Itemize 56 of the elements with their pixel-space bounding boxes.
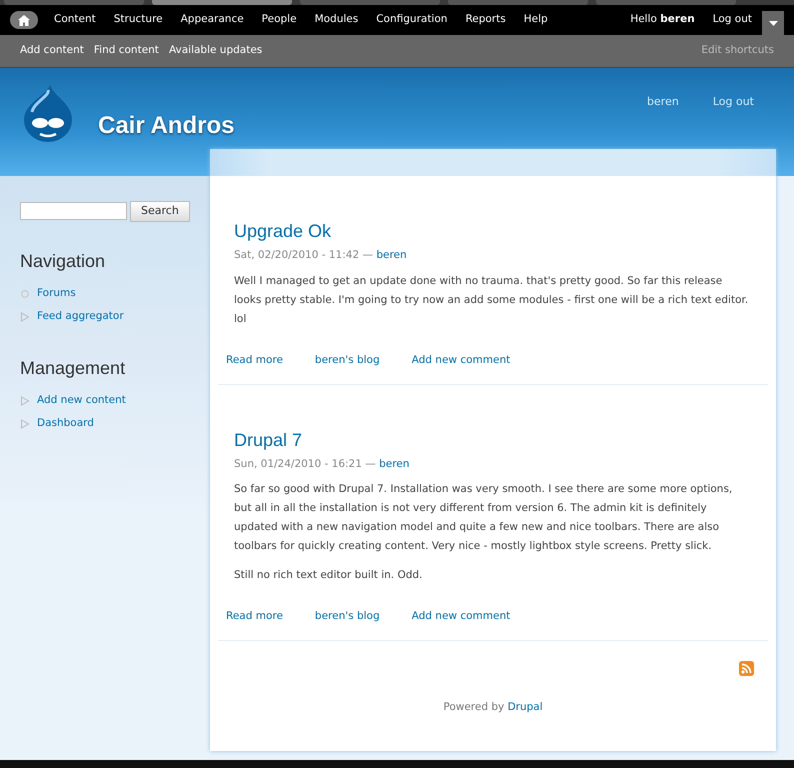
post-link[interactable]: Add new comment <box>412 352 510 368</box>
powered-by-text: Powered by Drupal <box>442 700 544 715</box>
author-link[interactable]: beren <box>376 249 407 261</box>
triangle-icon <box>20 312 30 322</box>
menu-link[interactable]: Feed aggregator <box>37 309 124 325</box>
post-title[interactable]: Upgrade Ok <box>234 218 332 245</box>
shortcut-link[interactable]: Available updates <box>168 43 262 59</box>
search-button[interactable]: Search <box>130 201 190 222</box>
post-link[interactable]: beren's blog <box>314 352 380 368</box>
block-title: Navigation <box>20 250 106 273</box>
post-link[interactable]: Read more <box>226 609 283 625</box>
browser-tab[interactable] <box>152 0 292 5</box>
post-text: So far so good with Drupal 7. Installation was very smooth. I see there are some more options, but all in all the installation is not very different from version 6. The admin kit is definitely updated with a new navigation model and quite a few new and nice toolbars. There are also toolbars for quickly creating content. Very nice - mostly lightbox style screens. Pretty slick. <box>234 482 734 554</box>
post-link[interactable]: Add new comment <box>412 609 510 625</box>
triangle-icon <box>20 419 30 429</box>
home-button[interactable] <box>10 11 38 29</box>
post-title[interactable]: Drupal 7 <box>234 426 302 454</box>
edit-shortcuts-link[interactable]: Edit shortcuts <box>701 43 774 59</box>
toolbar-menu-item[interactable]: Configuration <box>376 12 448 28</box>
menu-link[interactable]: Forums <box>37 286 76 302</box>
post-link[interactable]: beren's blog <box>314 609 380 625</box>
shortcut-link[interactable]: Add content <box>20 43 84 59</box>
submitted-line: Sun, 01/24/2010 - 16:21 — beren <box>234 456 410 472</box>
toolbar-menu-item[interactable]: Help <box>524 12 548 28</box>
post-text: Still no rich text editor built in. Odd. <box>234 568 424 584</box>
post-text: Well I managed to get an update done with no trauma. that's pretty good. So far this release looks pretty stable. I'm going to try now an add some modules - first one will be a rich text editor. lol <box>234 274 750 327</box>
browser-tab[interactable] <box>300 0 440 5</box>
toolbar-menu-item[interactable]: Appearance <box>180 12 244 28</box>
search-field[interactable] <box>20 202 127 220</box>
browser-tab[interactable] <box>448 0 588 5</box>
toolbar-menu-item[interactable]: Structure <box>114 12 163 28</box>
drupal-link[interactable]: Drupal <box>508 701 543 713</box>
caret-icon <box>768 20 778 26</box>
bullet-icon <box>20 289 30 299</box>
site-name[interactable]: Cair Andros <box>98 108 234 176</box>
submitted-line: Sat, 02/20/2010 - 11:42 — beren <box>234 248 408 263</box>
shortcut-link[interactable]: Find content <box>94 43 159 59</box>
triangle-icon <box>20 396 30 406</box>
user-link[interactable]: beren <box>647 94 679 110</box>
block-title: Management <box>20 356 126 380</box>
logout-link[interactable]: Log out <box>712 12 752 28</box>
browser-tab[interactable] <box>4 0 144 5</box>
toolbar-menu-item[interactable]: Content <box>54 12 96 28</box>
browser-tab[interactable] <box>596 0 736 5</box>
toolbar-menu-item[interactable]: People <box>262 12 297 28</box>
dropdown-toggle[interactable] <box>762 11 784 35</box>
user-link[interactable]: Log out <box>712 94 754 110</box>
menu-link[interactable]: Add new content <box>37 393 126 409</box>
rss-icon[interactable] <box>739 661 754 676</box>
toolbar-menu-item[interactable]: Reports <box>465 12 506 28</box>
home-icon <box>18 14 30 26</box>
menu-link[interactable]: Dashboard <box>37 416 94 432</box>
toolbar-menu-item[interactable]: Modules <box>314 12 358 28</box>
greeting: Hello beren <box>630 12 695 28</box>
author-link[interactable]: beren <box>379 458 410 470</box>
post-link[interactable]: Read more <box>226 352 283 368</box>
